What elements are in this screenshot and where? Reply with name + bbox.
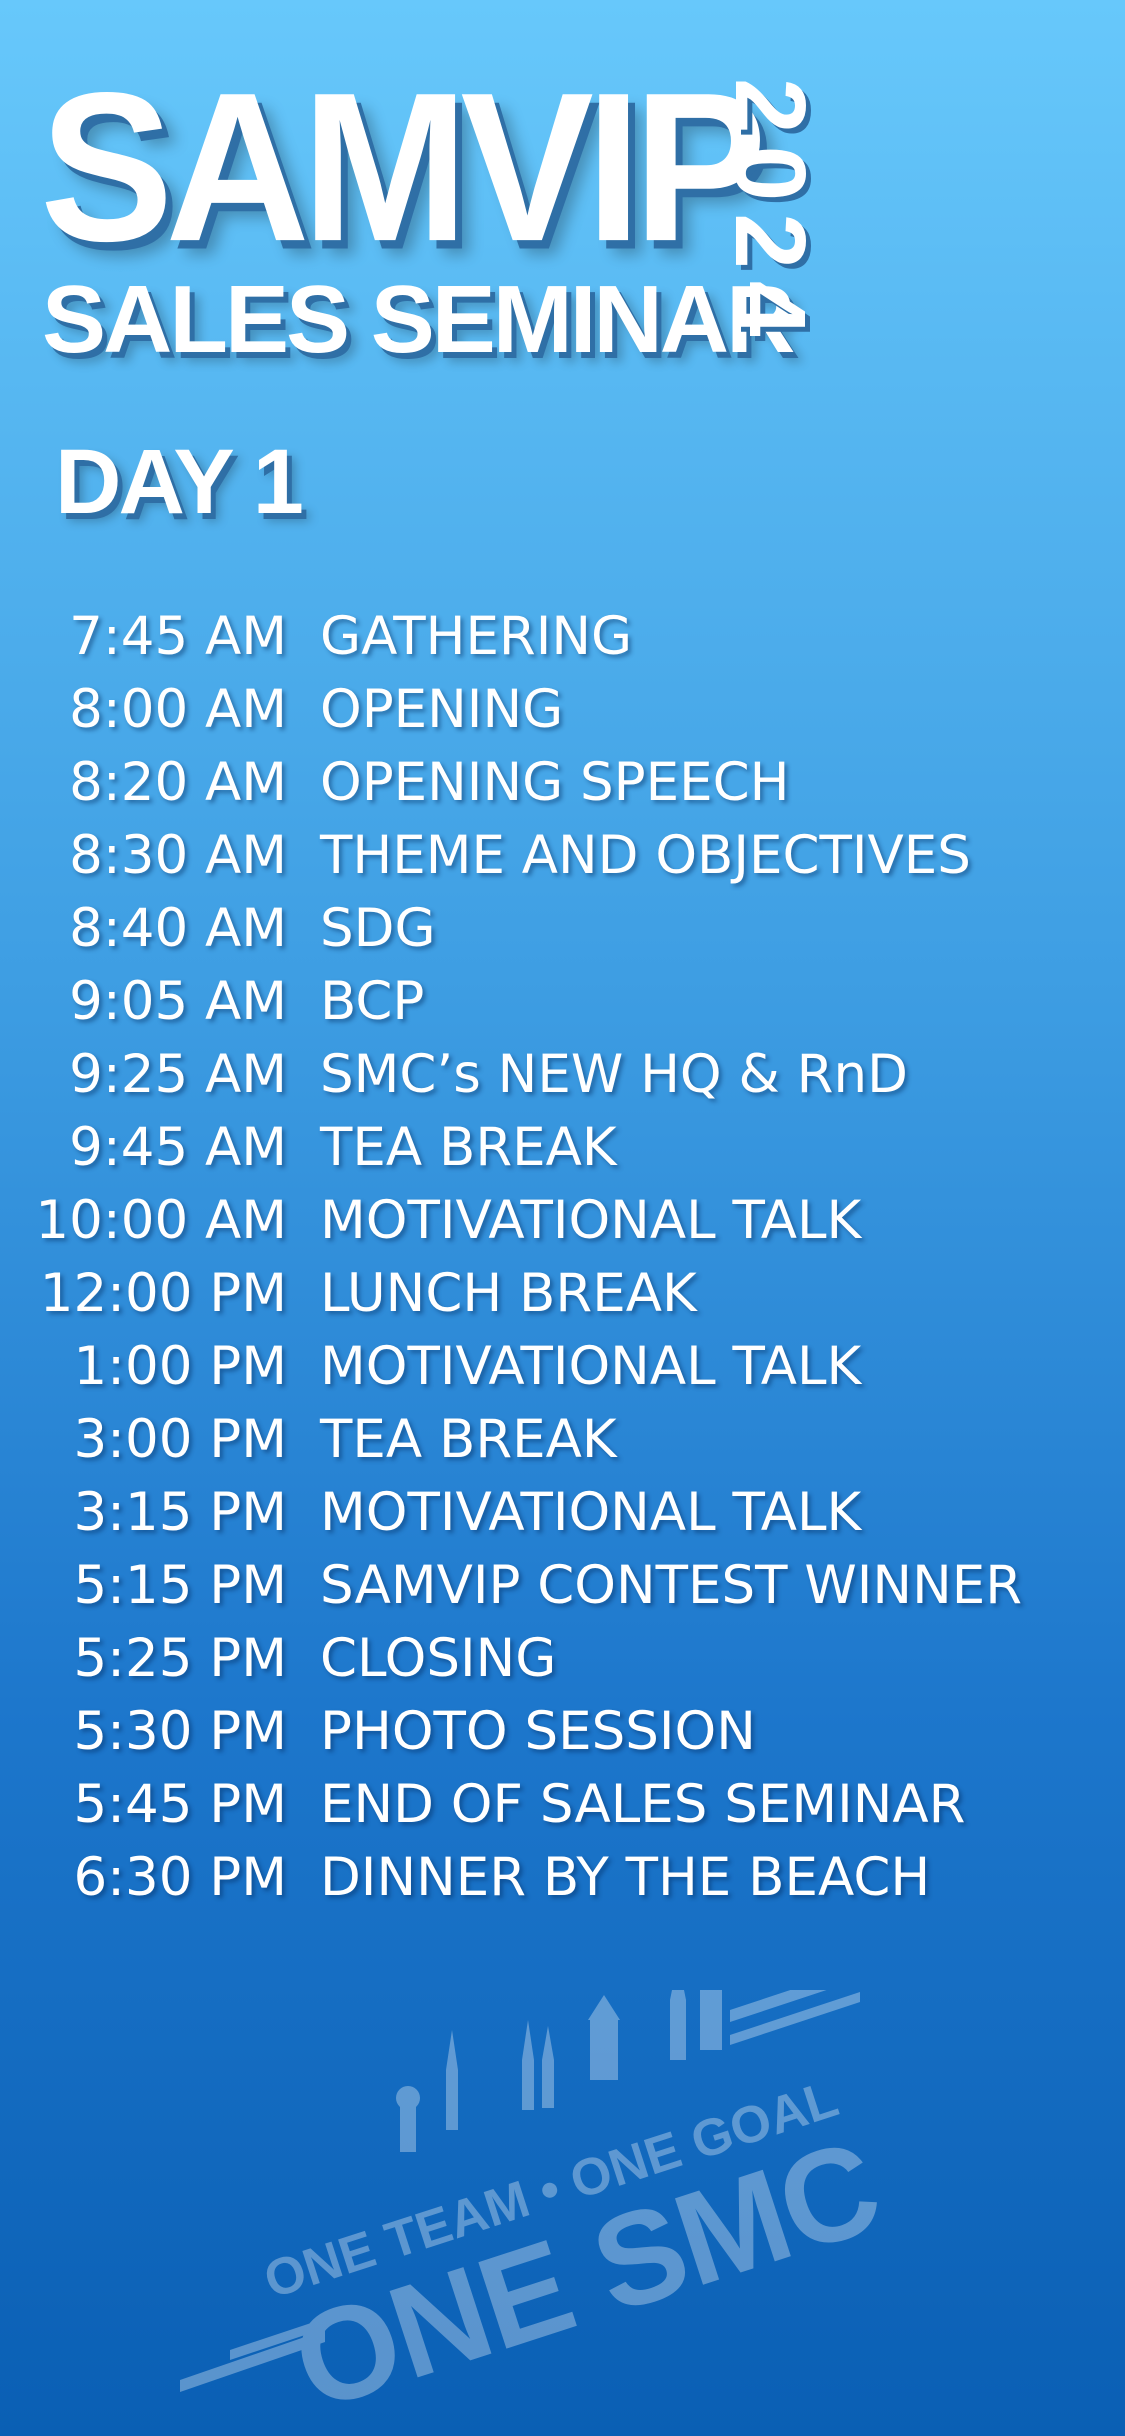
schedule-row: 9:25 AM SMC’s NEW HQ & RnD xyxy=(0,1038,1125,1111)
schedule-time: 5:30 PM xyxy=(73,1701,287,1762)
schedule-event: SDG xyxy=(320,898,436,959)
schedule-row: 5:25 PM CLOSING xyxy=(0,1622,1125,1695)
schedule-time: 8:40 AM xyxy=(69,898,287,959)
schedule-event: END OF SALES SEMINAR xyxy=(320,1774,966,1835)
schedule-time: 3:00 PM xyxy=(73,1409,287,1470)
skyline-icon xyxy=(400,2102,416,2152)
schedule-event: PHOTO SESSION xyxy=(320,1701,756,1762)
event-subtitle: SALES SEMINAR xyxy=(42,266,795,373)
schedule-event: DINNER BY THE BEACH xyxy=(320,1847,931,1908)
schedule-time: 6:30 PM xyxy=(73,1847,287,1908)
skyline-icon xyxy=(588,1995,620,2020)
schedule-row: 8:40 AM SDG xyxy=(0,892,1125,965)
schedule-event: TEA BREAK xyxy=(320,1409,617,1470)
schedule-row: 12:00 PM LUNCH BREAK xyxy=(0,1257,1125,1330)
skyline-icon xyxy=(446,2030,458,2130)
schedule-time: 7:45 AM xyxy=(69,606,287,667)
schedule-event: OPENING xyxy=(320,679,564,740)
schedule-event: GATHERING xyxy=(320,606,633,667)
schedule-event: MOTIVATIONAL TALK xyxy=(320,1336,862,1397)
schedule-time: 9:05 AM xyxy=(69,971,287,1032)
schedule-event: SAMVIP CONTEST WINNER xyxy=(320,1555,1023,1616)
schedule-row: 7:45 AM GATHERING xyxy=(0,600,1125,673)
schedule-row: 9:45 AM TEA BREAK xyxy=(0,1111,1125,1184)
schedule-row: 8:30 AM THEME AND OBJECTIVES xyxy=(0,819,1125,892)
event-title: SAMVIP xyxy=(40,49,767,286)
schedule-row: 6:30 PM DINNER BY THE BEACH xyxy=(0,1841,1125,1914)
schedule-row: 10:00 AM MOTIVATIONAL TALK xyxy=(0,1184,1125,1257)
one-smc-logo: ONE TEAM • ONE GOAL ONE SMC xyxy=(170,1990,930,2410)
schedule-event: MOTIVATIONAL TALK xyxy=(320,1482,862,1543)
schedule-list: 7:45 AM GATHERING 8:00 AM OPENING 8:20 AM O… xyxy=(0,600,1125,1914)
schedule-event: SMC’s NEW HQ & RnD xyxy=(320,1044,908,1105)
schedule-time: 12:00 PM xyxy=(39,1263,287,1324)
schedule-event: BCP xyxy=(320,971,425,1032)
schedule-event: OPENING SPEECH xyxy=(320,752,790,813)
schedule-time: 9:45 AM xyxy=(69,1117,287,1178)
schedule-row: 8:20 AM OPENING SPEECH xyxy=(0,746,1125,819)
schedule-row: 5:45 PM END OF SALES SEMINAR xyxy=(0,1768,1125,1841)
event-year: 2024 xyxy=(714,78,826,349)
schedule-row: 9:05 AM BCP xyxy=(0,965,1125,1038)
skyline-icon xyxy=(700,1990,722,2050)
schedule-row: 1:00 PM MOTIVATIONAL TALK xyxy=(0,1330,1125,1403)
schedule-time: 8:20 AM xyxy=(69,752,287,813)
schedule-time: 8:30 AM xyxy=(69,825,287,886)
schedule-time: 1:00 PM xyxy=(73,1336,287,1397)
schedule-row: 3:15 PM MOTIVATIONAL TALK xyxy=(0,1476,1125,1549)
schedule-event: CLOSING xyxy=(320,1628,557,1689)
schedule-event: LUNCH BREAK xyxy=(320,1263,697,1324)
schedule-event: THEME AND OBJECTIVES xyxy=(320,825,971,886)
schedule-time: 5:25 PM xyxy=(73,1628,287,1689)
skyline-icon xyxy=(542,2026,554,2108)
schedule-time: 8:00 AM xyxy=(69,679,287,740)
schedule-event: TEA BREAK xyxy=(320,1117,617,1178)
schedule-time: 5:45 PM xyxy=(73,1774,287,1835)
schedule-row: 5:30 PM PHOTO SESSION xyxy=(0,1695,1125,1768)
one-smc-logo-graphic: ONE TEAM • ONE GOAL ONE SMC xyxy=(180,1990,895,2410)
schedule-row: 3:00 PM TEA BREAK xyxy=(0,1403,1125,1476)
schedule-event: MOTIVATIONAL TALK xyxy=(320,1190,862,1251)
schedule-row: 8:00 AM OPENING xyxy=(0,673,1125,746)
logo-stripe xyxy=(730,1990,827,2022)
skyline-icon xyxy=(670,1990,686,2060)
schedule-time: 5:15 PM xyxy=(73,1555,287,1616)
skyline-icon xyxy=(590,2020,618,2080)
schedule-time: 9:25 AM xyxy=(69,1044,287,1105)
schedule-row: 5:15 PM SAMVIP CONTEST WINNER xyxy=(0,1549,1125,1622)
day-label: DAY 1 xyxy=(55,431,304,533)
skyline-icon xyxy=(522,2020,534,2110)
schedule-time: 10:00 AM xyxy=(35,1190,287,1251)
schedule-time: 3:15 PM xyxy=(73,1482,287,1543)
